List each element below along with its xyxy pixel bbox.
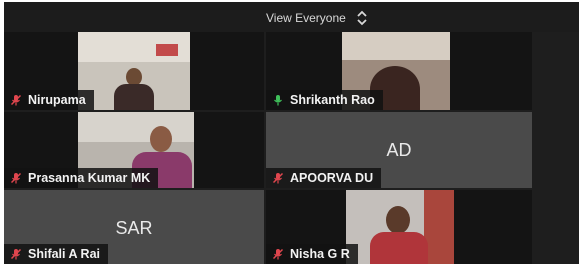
participant-video [78, 32, 190, 110]
view-label: View Everyone [266, 11, 346, 25]
participant-tile-apoorva-du[interactable]: AD APOORVA DU [266, 112, 532, 188]
meeting-window: View Everyone Nirupama Shrikanth Rao Pra… [4, 2, 579, 264]
participant-initials: SAR [115, 218, 153, 238]
participant-name: Shifali A Rai [28, 247, 101, 261]
participant-initials: AD [386, 140, 412, 160]
mic-muted-icon [10, 172, 22, 184]
participant-tile-prasanna-kumar-mk[interactable]: Prasanna Kumar MK [4, 112, 264, 188]
mic-muted-icon [272, 248, 284, 260]
participant-tile-shrikanth-rao[interactable]: Shrikanth Rao [266, 32, 532, 110]
mic-muted-icon [272, 172, 284, 184]
mic-muted-icon [10, 248, 22, 260]
participant-name: APOORVA DU [290, 171, 374, 185]
chevron-up-down-icon [357, 10, 367, 26]
view-everyone-dropdown[interactable]: View Everyone [266, 9, 368, 27]
top-bar: View Everyone [4, 2, 579, 32]
participant-namebar: Shrikanth Rao [266, 90, 383, 110]
participant-name: Nirupama [28, 93, 86, 107]
participant-name: Shrikanth Rao [290, 93, 375, 107]
participant-namebar: Prasanna Kumar MK [4, 168, 159, 188]
participant-tile-nisha-g-r[interactable]: Nisha G R [266, 190, 532, 264]
participant-name: Prasanna Kumar MK [28, 171, 151, 185]
participant-namebar: Shifali A Rai [4, 244, 109, 264]
participant-namebar: Nirupama [4, 90, 94, 110]
mic-active-icon [274, 95, 282, 106]
mic-muted-icon [10, 94, 22, 106]
participant-tile-shifali-a-rai[interactable]: SAR Shifali A Rai [4, 190, 264, 264]
participant-namebar: APOORVA DU [266, 168, 382, 188]
participant-tile-nirupama[interactable]: Nirupama [4, 32, 264, 110]
participant-namebar: Nisha G R [266, 244, 358, 264]
participant-name: Nisha G R [290, 247, 350, 261]
participant-video [346, 190, 454, 264]
